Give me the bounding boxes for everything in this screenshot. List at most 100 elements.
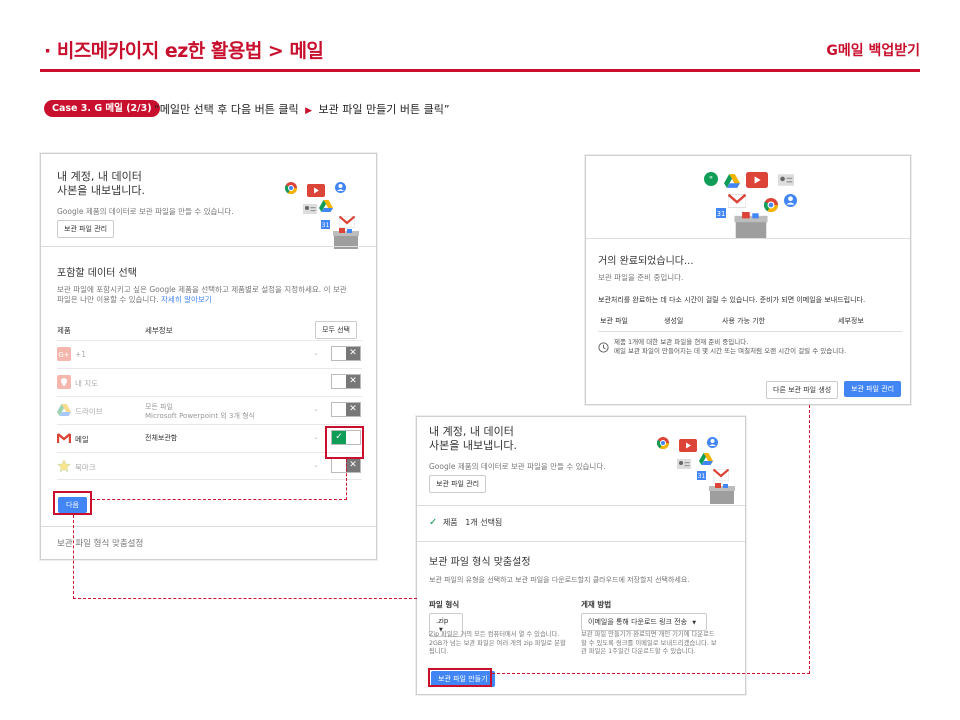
gmail-icon bbox=[713, 469, 729, 481]
calendar-icon: 31 bbox=[716, 208, 726, 218]
svg-text:31: 31 bbox=[322, 222, 330, 229]
status-text: 제품 1개에 대한 보관 파일을 현재 준비 중입니다. 메일 보관 파일이 만… bbox=[614, 338, 847, 355]
product-toggle[interactable]: ✕ bbox=[331, 374, 361, 389]
title-divider bbox=[40, 69, 920, 72]
product-row-mail: 메일 전체보관함 ⌄ ✓ bbox=[57, 424, 362, 452]
chevron-down-icon[interactable]: ⌄ bbox=[313, 461, 319, 469]
close-icon: ✕ bbox=[346, 459, 360, 472]
archive-table: 보관 파일 생성일 사용 가능 기한 세부정보 bbox=[598, 312, 902, 332]
page-title: · 비즈메카이지 ez한 활용법 > 메일 bbox=[44, 40, 324, 62]
highlight-mail-toggle bbox=[325, 426, 364, 459]
connector-line bbox=[73, 598, 417, 599]
check-icon: ✓ bbox=[429, 517, 438, 528]
archive-box-icon bbox=[734, 212, 768, 239]
contacts-icon bbox=[335, 182, 346, 193]
profile-card-icon bbox=[778, 174, 794, 186]
highlight-create-archive-button bbox=[428, 668, 492, 687]
product-name: 북마크 bbox=[75, 463, 96, 472]
product-detail: 모든 파일 Microsoft Powerpoint 외 3개 형식 bbox=[145, 403, 255, 420]
chevron-down-icon[interactable]: ⌄ bbox=[313, 433, 319, 441]
delivery-select[interactable]: 이메일을 통해 다운로드 링크 전송 ▼ bbox=[581, 613, 707, 631]
product-name: 내 지도 bbox=[75, 379, 99, 388]
svg-text:": " bbox=[709, 176, 713, 186]
highlight-next-button bbox=[53, 491, 92, 515]
delivery-help: 보관 파일 만들기가 완료되면 개인 기기에 다운로드 할 수 있도록 링크를 … bbox=[581, 631, 717, 655]
contacts-icon bbox=[707, 437, 718, 448]
panel-divider bbox=[41, 526, 376, 527]
manage-archives-button[interactable]: 보관 파일 관리 bbox=[429, 475, 487, 493]
product-name: +1 bbox=[75, 350, 87, 359]
learn-more-link[interactable]: 자세히 알아보기 bbox=[161, 295, 212, 304]
product-toggle[interactable]: ✕ bbox=[331, 346, 361, 361]
gmail-icon bbox=[339, 216, 355, 228]
youtube-icon bbox=[746, 172, 768, 188]
chevron-down-icon[interactable]: ⌄ bbox=[313, 405, 319, 413]
step-badge: Case 3. G 메일 (2/3) bbox=[44, 100, 160, 117]
svg-text:G+: G+ bbox=[58, 351, 69, 359]
profile-card-icon bbox=[303, 204, 317, 214]
create-another-archive-button[interactable]: 다른 보관 파일 생성 bbox=[766, 381, 839, 399]
panel-divider bbox=[586, 238, 910, 239]
format-section-label[interactable]: 보관 파일 형식 맞춤설정 bbox=[57, 537, 143, 549]
youtube-icon bbox=[307, 184, 325, 197]
col-detail: 세부정보 bbox=[838, 317, 864, 325]
archive-box-icon bbox=[709, 483, 735, 504]
col-file: 보관 파일 bbox=[600, 317, 628, 325]
gmail-icon bbox=[728, 194, 746, 208]
page-subtitle: G메일 백업받기 bbox=[826, 43, 920, 59]
preparing-text: 보관 파일을 준비 중입니다. bbox=[598, 273, 684, 282]
google-products-icon-cluster: " 31 bbox=[704, 168, 804, 240]
manage-archives-button[interactable]: 보관 파일 관리 bbox=[57, 220, 115, 238]
contacts-icon bbox=[784, 194, 797, 207]
select-all-button[interactable]: 모두 선택 bbox=[315, 321, 357, 339]
close-icon: ✕ bbox=[346, 403, 360, 416]
format-help: Zip 파일은 거의 모든 컴퓨터에서 열 수 있습니다. 2GB가 넘는 보관… bbox=[429, 631, 566, 655]
svg-text:31: 31 bbox=[717, 210, 725, 218]
panel-divider bbox=[417, 505, 745, 506]
intro-text: Google 제품의 데이터로 보관 파일을 만들 수 있습니다. bbox=[429, 462, 606, 471]
section-description: 보관 파일에 포함시키고 싶은 Google 제품을 선택하고 제품별로 설정을… bbox=[57, 285, 347, 304]
intro-text: Google 제품의 데이터로 보관 파일을 만들 수 있습니다. bbox=[57, 207, 234, 216]
step-desc-part1: “메일만 선택 후 다음 버튼 클릭 bbox=[154, 103, 299, 116]
star-icon bbox=[57, 459, 71, 473]
step-desc-part2: 보관 파일 만들기 버튼 클릭” bbox=[318, 103, 450, 116]
svg-text:31: 31 bbox=[698, 473, 706, 480]
dropdown-arrow-icon: ▼ bbox=[692, 620, 697, 626]
google-products-icon-cluster: 31 bbox=[657, 435, 737, 507]
panel-heading: 내 계정, 내 데이터 사본을 내보냅니다. bbox=[57, 170, 145, 197]
close-icon: ✕ bbox=[346, 375, 360, 388]
panel-divider bbox=[417, 541, 745, 542]
section-description: 보관 파일의 유형을 선택하고 보관 파일을 다운로드할지 클라우드에 저장할지… bbox=[429, 576, 690, 584]
connector-line bbox=[492, 673, 810, 674]
step-description: “메일만 선택 후 다음 버튼 클릭 ▶ 보관 파일 만들기 버튼 클릭” bbox=[154, 101, 450, 117]
notice-text: 보관처리를 완료하는 데 다소 시간이 걸릴 수 있습니다. 준비가 되면 이메… bbox=[598, 296, 866, 304]
selected-summary[interactable]: ✓ 제품 1개 선택됨 bbox=[429, 517, 502, 528]
column-header-product: 제품 bbox=[57, 326, 71, 335]
takeout-format-panel: 내 계정, 내 데이터 사본을 내보냅니다. Google 제품의 데이터로 보… bbox=[416, 416, 746, 695]
product-row-bookmarks: 북마크 ⌄ ✕ bbox=[57, 452, 362, 480]
youtube-icon bbox=[679, 439, 697, 452]
connector-line bbox=[73, 515, 74, 599]
connector-line bbox=[346, 459, 347, 500]
product-row-drive: 드라이브 모든 파일 Microsoft Powerpoint 외 3개 형식 … bbox=[57, 396, 362, 424]
product-row-plus1: G+ +1 ⌄ ✕ bbox=[57, 340, 362, 368]
connector-line bbox=[92, 499, 347, 500]
section-title: 보관 파일 형식 맞춤설정 bbox=[429, 557, 531, 568]
chevron-down-icon[interactable]: ⌄ bbox=[313, 349, 319, 357]
calendar-icon: 31 bbox=[321, 220, 330, 229]
product-toggle[interactable]: ✕ bbox=[331, 402, 361, 417]
arrow-right-icon: ▶ bbox=[305, 106, 313, 116]
drive-icon bbox=[319, 200, 333, 212]
drive-icon bbox=[57, 404, 71, 416]
format-label: 파일 형식 bbox=[429, 600, 460, 609]
manage-archives-button[interactable]: 보관 파일 관리 bbox=[844, 381, 902, 397]
done-heading: 거의 완료되었습니다... bbox=[598, 256, 694, 267]
clock-icon bbox=[598, 342, 609, 353]
column-header-detail: 세부정보 bbox=[145, 326, 173, 335]
product-row-my-maps: 내 지도 ✕ bbox=[57, 368, 362, 396]
product-name: 메일 bbox=[75, 435, 89, 444]
chrome-icon bbox=[657, 437, 669, 449]
drive-icon bbox=[724, 174, 740, 188]
product-detail: 전체보관함 bbox=[145, 434, 178, 442]
drive-icon bbox=[699, 453, 713, 465]
